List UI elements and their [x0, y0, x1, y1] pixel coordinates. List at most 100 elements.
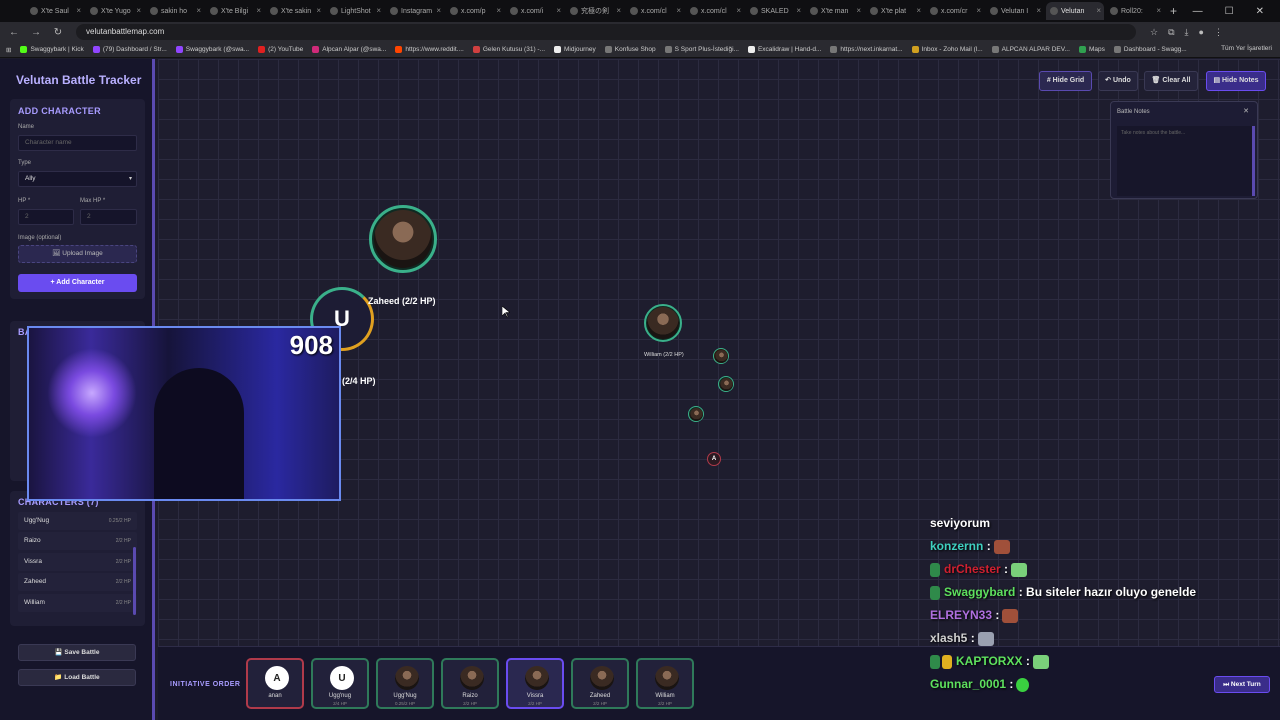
battle-notes-textarea[interactable]: Take notes about the battle...: [1117, 126, 1255, 196]
browser-tab[interactable]: Instagram ×: [386, 2, 444, 20]
all-bookmarks[interactable]: Tüm Yer İşaretleri: [1221, 45, 1272, 52]
initiative-card-current[interactable]: Vissra 2/2 HP: [506, 658, 564, 709]
browser-tab[interactable]: x.com/cl ×: [626, 2, 684, 20]
close-tab-icon[interactable]: ×: [316, 6, 321, 15]
back-icon[interactable]: ←: [6, 27, 22, 38]
vissra-token[interactable]: [718, 376, 734, 392]
profile-icon[interactable]: ●: [1199, 27, 1204, 38]
undo-button[interactable]: ↶ Undo: [1098, 71, 1138, 91]
a-token[interactable]: A: [707, 452, 721, 466]
character-row[interactable]: Zaheed 2/2 HP: [18, 573, 137, 591]
ugg-nug-token[interactable]: [713, 348, 729, 364]
close-tab-icon[interactable]: ×: [856, 6, 861, 15]
bookmark-item[interactable]: (79) Dashboard / Str...: [92, 46, 167, 53]
bookmark-item[interactable]: https://next.inkarnat...: [830, 46, 903, 53]
add-character-button[interactable]: + Add Character: [18, 274, 137, 292]
reload-icon[interactable]: ↻: [50, 27, 66, 38]
upload-image-button[interactable]: 🖼 Upload Image: [18, 245, 137, 263]
close-tab-icon[interactable]: ×: [136, 6, 141, 15]
browser-tab[interactable]: x.com/p ×: [446, 2, 504, 20]
browser-tab[interactable]: Velutan I ×: [986, 2, 1044, 20]
browser-tab[interactable]: sakin ho ×: [146, 2, 204, 20]
forward-icon[interactable]: →: [28, 27, 44, 38]
initiative-card[interactable]: William 2/2 HP: [636, 658, 694, 709]
browser-tab[interactable]: X'te Yugo ×: [86, 2, 144, 20]
download-icon[interactable]: ⤓: [1185, 27, 1189, 38]
initiative-card[interactable]: Zaheed 2/2 HP: [571, 658, 629, 709]
browser-tab[interactable]: Roll20: ×: [1106, 2, 1164, 20]
initiative-card[interactable]: U Ugg'nug 2/4 HP: [311, 658, 369, 709]
hp-input[interactable]: 2: [18, 209, 74, 225]
close-tab-icon[interactable]: ×: [1096, 6, 1101, 15]
close-tab-icon[interactable]: ×: [556, 6, 561, 15]
new-tab-icon[interactable]: +: [1170, 4, 1177, 18]
zaheed-token[interactable]: [369, 205, 437, 273]
character-row[interactable]: Vissra 2/2 HP: [18, 553, 137, 571]
close-tab-icon[interactable]: ×: [676, 6, 681, 15]
next-turn-button[interactable]: ⏭ Next Turn: [1214, 676, 1270, 693]
close-tab-icon[interactable]: ×: [256, 6, 261, 15]
bookmark-item[interactable]: Swaggybark | Kick: [20, 46, 84, 53]
bookmark-item[interactable]: Excalidraw | Hand-d...: [747, 46, 821, 53]
close-tab-icon[interactable]: ×: [916, 6, 921, 15]
browser-tab[interactable]: X'te plat ×: [866, 2, 924, 20]
close-tab-icon[interactable]: ×: [496, 6, 501, 15]
close-tab-icon[interactable]: ×: [976, 6, 981, 15]
browser-tab[interactable]: X'te man ×: [806, 2, 864, 20]
clear-all-button[interactable]: 🗑 Clear All: [1144, 71, 1198, 91]
bookmark-item[interactable]: ALPCAN ALPAR DEV...: [991, 46, 1070, 53]
characters-scrollbar[interactable]: [133, 547, 136, 615]
close-tab-icon[interactable]: ×: [76, 6, 81, 15]
menu-icon[interactable]: ⋮: [1214, 27, 1223, 38]
bookmark-item[interactable]: Alpcan Alpar (@swa...: [312, 46, 386, 53]
character-row[interactable]: Ugg'Nug 0.25/2 HP: [18, 512, 137, 530]
close-tab-icon[interactable]: ×: [436, 6, 441, 15]
browser-tab[interactable]: x.com/i ×: [506, 2, 564, 20]
close-window-icon[interactable]: ✕: [1256, 6, 1264, 17]
browser-tab[interactable]: SKALED ×: [746, 2, 804, 20]
apps-icon[interactable]: ⊞: [6, 46, 11, 54]
browser-tab[interactable]: X'te Bilgi ×: [206, 2, 264, 20]
close-tab-icon[interactable]: ×: [1156, 6, 1161, 15]
william-token[interactable]: [644, 304, 682, 342]
max-hp-input[interactable]: 2: [80, 209, 137, 225]
bookmark-item[interactable]: Maps: [1078, 46, 1105, 53]
maximize-icon[interactable]: ☐: [1225, 6, 1234, 17]
url-field[interactable]: velutanbattlemap.com: [76, 24, 1136, 40]
load-battle-button[interactable]: 📁 Load Battle: [18, 669, 136, 686]
bookmark-item[interactable]: (2) YouTube: [258, 46, 303, 53]
browser-tab[interactable]: X'te Saul ×: [26, 2, 84, 20]
initiative-card[interactable]: A anan: [246, 658, 304, 709]
close-tab-icon[interactable]: ×: [736, 6, 741, 15]
initiative-card[interactable]: Ugg'Nug 0.25/2 HP: [376, 658, 434, 709]
character-name-input[interactable]: Character name: [18, 135, 137, 151]
browser-tab[interactable]: x.com/cl ×: [686, 2, 744, 20]
save-battle-button[interactable]: 💾 Save Battle: [18, 644, 136, 661]
bookmark-item[interactable]: Inbox - Zoho Mail (l...: [911, 46, 983, 53]
bookmark-item[interactable]: Swaggybark (@swa...: [175, 46, 249, 53]
minimize-icon[interactable]: —: [1193, 6, 1203, 17]
close-tab-icon[interactable]: ×: [376, 6, 381, 15]
hide-notes-button[interactable]: ▤ Hide Notes: [1206, 71, 1266, 91]
browser-tab[interactable]: LightShot ×: [326, 2, 384, 20]
close-tab-icon[interactable]: ×: [796, 6, 801, 15]
bookmark-item[interactable]: Gelen Kutusu (31) -...: [472, 46, 545, 53]
bookmark-star-icon[interactable]: ☆: [1150, 27, 1158, 38]
raizo-token[interactable]: [688, 406, 704, 422]
bookmark-item[interactable]: Konfuse Shop: [604, 46, 656, 53]
close-icon[interactable]: ✕: [1243, 107, 1249, 115]
character-row[interactable]: William 2/2 HP: [18, 594, 137, 612]
bookmark-item[interactable]: Midjourney: [554, 46, 596, 53]
close-tab-icon[interactable]: ×: [616, 6, 621, 15]
browser-tab-active[interactable]: Velutan ×: [1046, 2, 1104, 20]
initiative-card[interactable]: Raizo 2/2 HP: [441, 658, 499, 709]
bookmark-item[interactable]: Dashboard - Swagg...: [1113, 46, 1187, 53]
close-tab-icon[interactable]: ×: [196, 6, 201, 15]
type-select[interactable]: Ally ▾: [18, 171, 137, 187]
bookmark-item[interactable]: https://www.reddit....: [395, 46, 464, 53]
hide-grid-button[interactable]: # Hide Grid: [1039, 71, 1092, 91]
close-tab-icon[interactable]: ×: [1036, 6, 1041, 15]
browser-tab[interactable]: x.com/cr ×: [926, 2, 984, 20]
character-row[interactable]: Raizo 2/2 HP: [18, 532, 137, 550]
browser-tab[interactable]: X'te sakin ×: [266, 2, 324, 20]
